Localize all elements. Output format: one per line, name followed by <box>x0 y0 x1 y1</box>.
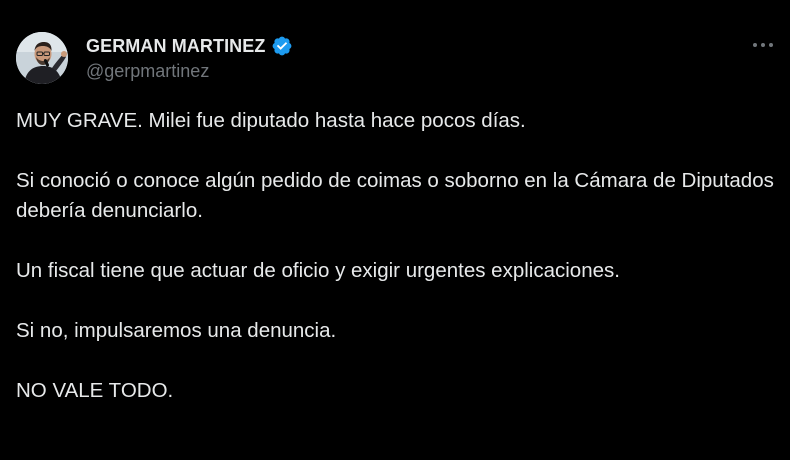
more-options-button[interactable] <box>748 34 778 56</box>
author-handle[interactable]: @gerpmartinez <box>86 61 209 82</box>
tweet-paragraph: NO VALE TODO. <box>16 379 174 402</box>
tweet-card: GERMAN MARTINEZ @gerpmartinez MUY GRAVE.… <box>0 0 790 460</box>
more-horizontal-icon <box>753 43 773 47</box>
author-name-row: GERMAN MARTINEZ <box>86 35 293 57</box>
profile-photo-icon <box>16 32 68 84</box>
tweet-paragraph: MUY GRAVE. Milei fue diputado hasta hace… <box>16 109 526 132</box>
tweet-text: MUY GRAVE. Milei fue diputado hasta hace… <box>16 106 776 406</box>
author-display-name[interactable]: GERMAN MARTINEZ <box>86 36 266 57</box>
tweet-paragraph: Si conoció o conoce algún pedido de coim… <box>16 169 774 222</box>
tweet-paragraph: Si no, impulsaremos una denuncia. <box>16 319 337 342</box>
verified-badge-icon <box>271 35 293 57</box>
tweet-paragraph: Un fiscal tiene que actuar de oficio y e… <box>16 259 620 282</box>
avatar[interactable] <box>16 32 68 84</box>
